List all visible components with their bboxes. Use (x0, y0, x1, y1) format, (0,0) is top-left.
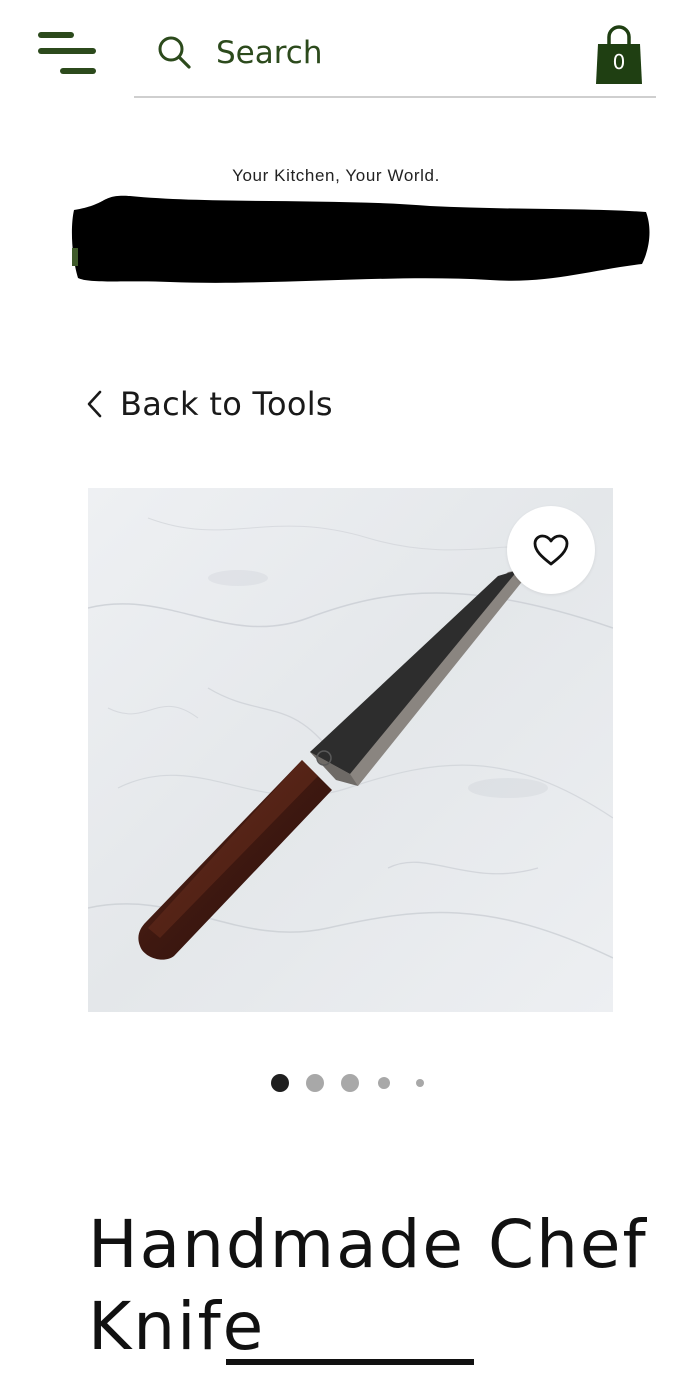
pager-dot-2[interactable] (306, 1074, 324, 1092)
cart-button[interactable]: 0 (594, 24, 644, 86)
search-icon (158, 36, 191, 69)
image-pager (268, 1070, 438, 1096)
back-link-label: Back to Tools (120, 385, 333, 423)
wishlist-button[interactable] (507, 506, 595, 594)
pager-dot-1[interactable] (271, 1074, 289, 1092)
heart-icon (533, 534, 569, 566)
pager-dot-5[interactable] (416, 1079, 424, 1087)
pager-dot-4[interactable] (378, 1077, 390, 1089)
search-input[interactable] (216, 30, 576, 76)
search-bar[interactable] (134, 22, 656, 98)
title-underline (226, 1359, 474, 1365)
chevron-left-icon (87, 390, 102, 418)
brand-tagline: Your Kitchen, Your World. (232, 166, 440, 185)
product-title: Handmade Chef Knife (88, 1206, 648, 1365)
pager-dot-3[interactable] (341, 1074, 359, 1092)
menu-button[interactable] (36, 28, 98, 80)
brand-logo-redacted (71, 195, 650, 283)
cart-count-badge: 0 (612, 50, 626, 74)
back-to-tools-link[interactable]: Back to Tools (84, 380, 333, 428)
